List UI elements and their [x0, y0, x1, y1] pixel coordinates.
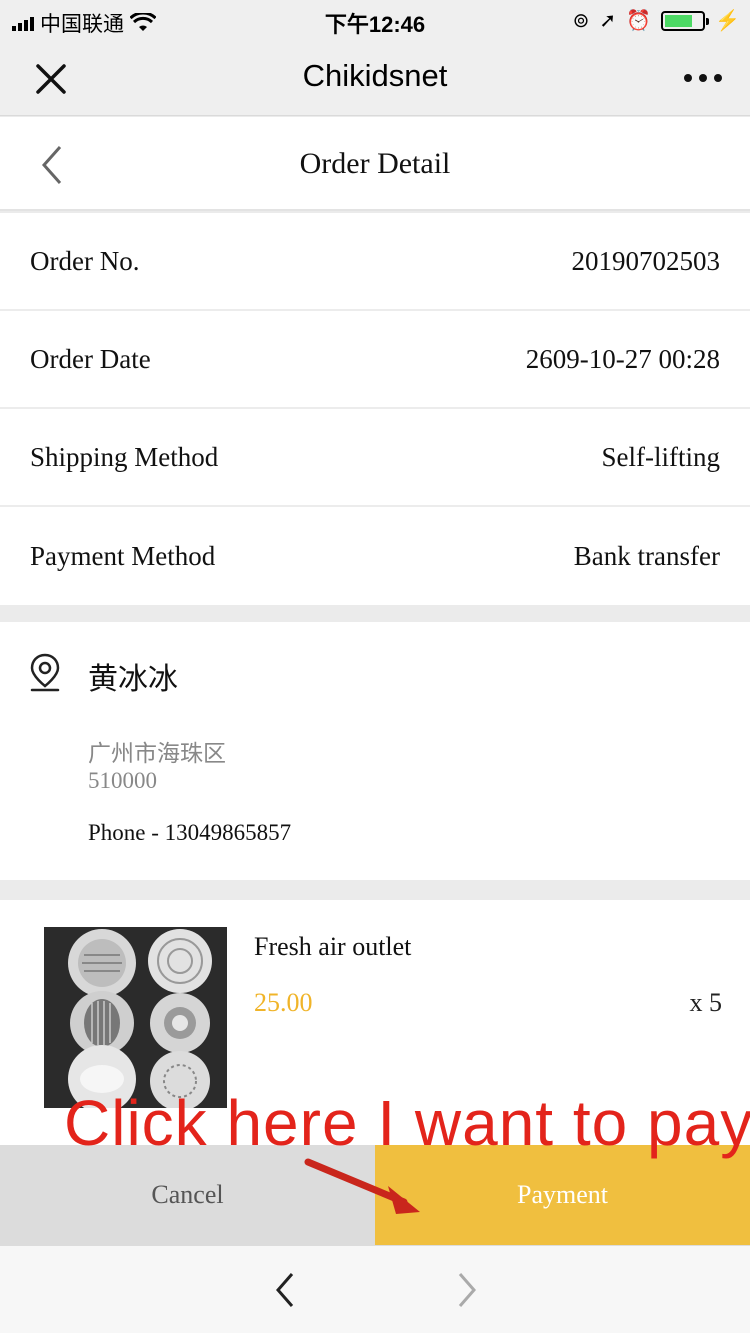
- battery-icon: [661, 10, 710, 31]
- order-number-value: 20190702503: [571, 245, 721, 276]
- close-icon[interactable]: [28, 56, 74, 102]
- location-pin-icon: [30, 653, 60, 692]
- product-image: [44, 927, 227, 1108]
- action-bar: Cancel Payment: [0, 1145, 750, 1245]
- shipping-method-value: Self-lifting: [601, 441, 720, 472]
- order-date-row: Order Date 2609-10-27 00:28: [0, 311, 750, 409]
- recipient-name: 黄冰冰: [88, 663, 178, 696]
- signal-icon: [12, 15, 34, 31]
- status-bar: 中国联通 下午12:46 ⊚ ➚ ⏰ ⚡: [0, 0, 750, 40]
- browser-nav-bar: [0, 1245, 750, 1333]
- chevron-left-icon[interactable]: [268, 1268, 304, 1312]
- app-navbar: Chikidsnet: [0, 40, 750, 116]
- recipient-phone: Phone - 13049865857: [88, 820, 292, 845]
- rotation-lock-icon: ⊚: [572, 10, 590, 32]
- product-price: 25.00: [254, 988, 313, 1017]
- payment-method-value: Bank transfer: [573, 540, 720, 571]
- product-name: Fresh air outlet: [254, 932, 412, 961]
- charging-icon: ⚡: [715, 10, 740, 32]
- wifi-icon: [130, 13, 156, 31]
- shipping-method-label: Shipping Method: [30, 441, 219, 472]
- cancel-button[interactable]: Cancel: [0, 1145, 375, 1245]
- page-header: Order Detail: [0, 117, 750, 211]
- page-title: Order Detail: [299, 147, 451, 180]
- status-left: 中国联通: [12, 8, 156, 38]
- chevron-right-icon[interactable]: [448, 1268, 484, 1312]
- more-icon[interactable]: [682, 68, 724, 88]
- order-date-label: Order Date: [30, 343, 151, 374]
- product-card: Fresh air outlet 25.00 x 5: [0, 900, 750, 1145]
- order-info-list: Order No. 20190702503 Order Date 2609-10…: [0, 213, 750, 605]
- carrier-name: 中国联通: [40, 13, 124, 36]
- status-right: ⊚ ➚ ⏰ ⚡: [573, 8, 740, 33]
- address-zip: 510000: [88, 768, 157, 793]
- location-arrow-icon: ➚: [599, 10, 617, 32]
- payment-method-label: Payment Method: [30, 540, 216, 571]
- chevron-left-icon[interactable]: [30, 141, 74, 189]
- payment-button[interactable]: Payment: [375, 1145, 750, 1245]
- order-number-row: Order No. 20190702503: [0, 213, 750, 311]
- order-number-label: Order No.: [30, 245, 140, 276]
- address-line: 广州市海珠区: [88, 740, 226, 766]
- payment-method-row: Payment Method Bank transfer: [0, 507, 750, 605]
- address-card: 黄冰冰 广州市海珠区 510000 Phone - 13049865857: [0, 622, 750, 880]
- shipping-method-row: Shipping Method Self-lifting: [0, 409, 750, 507]
- alarm-icon: ⏰: [626, 10, 652, 32]
- app-title: Chikidsnet: [302, 58, 448, 93]
- product-quantity: x 5: [689, 988, 723, 1017]
- order-date-value: 2609-10-27 00:28: [525, 343, 720, 374]
